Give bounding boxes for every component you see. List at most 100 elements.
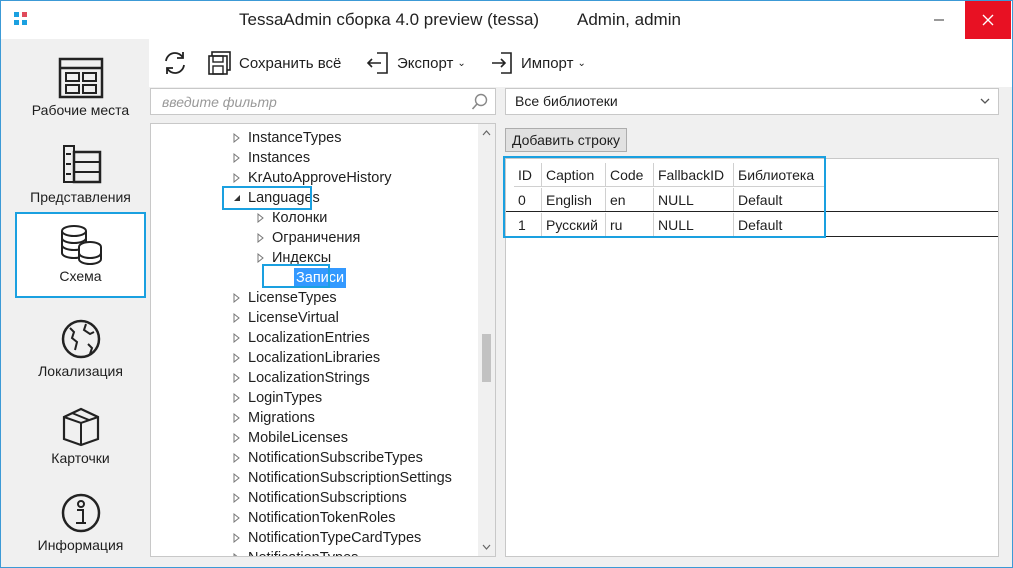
search-icon[interactable]: [471, 93, 489, 111]
tree-node-label: Instances: [248, 150, 311, 166]
tree-node-label: LicenseTypes: [248, 290, 337, 306]
collapsed-arrow-icon[interactable]: [232, 173, 242, 183]
scrollbar-thumb[interactable]: [482, 334, 491, 382]
app-logo-icon: [14, 12, 30, 28]
expanded-arrow-icon[interactable]: [232, 193, 242, 203]
current-user: Admin, admin: [577, 10, 681, 29]
sidebar-item-label: Рабочие места: [31, 102, 130, 118]
title-bar: TessaAdmin сборка 4.0 preview (tessa) Ad…: [1, 1, 1012, 39]
row-divider: [506, 236, 998, 237]
schema-tree: InstanceTypes Instances KrAutoApproveHisto…: [150, 123, 496, 557]
box-icon: [62, 407, 100, 447]
database-icon: [61, 225, 102, 265]
tree-node-label: Записи: [294, 268, 347, 288]
tree-node-label: Ограничения: [272, 230, 361, 246]
refresh-button[interactable]: [161, 47, 195, 79]
refresh-icon: [165, 52, 185, 74]
tree-node-label: LicenseVirtual: [248, 310, 339, 326]
save-all-label: Сохранить всё: [239, 54, 342, 72]
sidebar-item-label: Карточки: [51, 450, 110, 466]
add-row-button[interactable]: Добавить строку: [505, 128, 627, 152]
table-cell[interactable]: English: [542, 188, 606, 212]
tree-node-label: Индексы: [272, 250, 332, 266]
table-cell[interactable]: ru: [606, 213, 654, 237]
import-button[interactable]: Импорт ⌄: [489, 47, 586, 79]
collapsed-arrow-icon[interactable]: [232, 473, 242, 483]
app-window: TessaAdmin сборка 4.0 preview (tessa) Ad…: [0, 0, 1013, 568]
collapsed-arrow-icon[interactable]: [256, 233, 266, 243]
import-icon: [492, 52, 512, 74]
collapsed-arrow-icon[interactable]: [232, 413, 242, 423]
close-button[interactable]: [965, 1, 1011, 39]
import-label: Импорт: [521, 54, 574, 72]
table-cell[interactable]: en: [606, 188, 654, 212]
column-header[interactable]: Caption: [542, 163, 606, 187]
collapsed-arrow-icon[interactable]: [232, 153, 242, 163]
tree-node-label: NotificationSubscriptions: [248, 490, 407, 506]
tree-node-label: LocalizationEntries: [248, 330, 370, 346]
collapsed-arrow-icon[interactable]: [232, 533, 242, 543]
sidebar-item-label: Схема: [59, 268, 102, 284]
tree-node-label: NotificationTokenRoles: [248, 510, 396, 526]
collapsed-arrow-icon[interactable]: [232, 333, 242, 343]
filter-input[interactable]: [160, 93, 464, 111]
collapsed-arrow-icon[interactable]: [232, 453, 242, 463]
table-cell[interactable]: Русский: [542, 213, 606, 237]
table-cell[interactable]: Default: [734, 213, 826, 237]
info-icon: [61, 493, 101, 533]
collapsed-arrow-icon[interactable]: [256, 213, 266, 223]
table-cell[interactable]: 1: [514, 213, 542, 237]
collapsed-arrow-icon[interactable]: [232, 553, 242, 557]
tree-node-label: LocalizationLibraries: [248, 350, 381, 366]
chevron-down-icon: [980, 98, 990, 104]
sidebar-item-views[interactable]: Представления: [15, 134, 146, 220]
column-header[interactable]: Code: [606, 163, 654, 187]
collapsed-arrow-icon[interactable]: [256, 253, 266, 263]
column-header[interactable]: Библиотека: [734, 163, 826, 187]
tree-node-label: NotificationSubscribeTypes: [248, 450, 423, 466]
minimize-button[interactable]: [919, 1, 959, 39]
collapsed-arrow-icon[interactable]: [232, 313, 242, 323]
collapsed-arrow-icon[interactable]: [232, 373, 242, 383]
collapsed-arrow-icon[interactable]: [232, 433, 242, 443]
workplaces-icon: [58, 57, 104, 99]
table-cell[interactable]: NULL: [654, 188, 734, 212]
export-button[interactable]: Экспорт ⌄: [365, 47, 466, 79]
views-icon: [63, 145, 102, 184]
sidebar-item-cards[interactable]: Карточки: [15, 395, 146, 481]
sidebar-item-workplaces[interactable]: Рабочие места: [15, 47, 146, 133]
table-cell[interactable]: NULL: [654, 213, 734, 237]
library-select[interactable]: Все библиотеки: [505, 88, 999, 115]
tree-node-label: NotificationTypes: [248, 548, 358, 556]
tree-node-label: NotificationTypeCardTypes: [248, 530, 422, 546]
scroll-down-icon[interactable]: [482, 544, 491, 550]
scroll-up-icon[interactable]: [482, 130, 491, 136]
collapsed-arrow-icon[interactable]: [232, 293, 242, 303]
sidebar-item-label: Локализация: [38, 363, 123, 379]
sidebar-item-label: Представления: [30, 189, 131, 205]
tree-scrollbar[interactable]: [478, 124, 495, 556]
sidebar-item-schema[interactable]: Схема: [15, 212, 146, 298]
collapsed-arrow-icon[interactable]: [232, 133, 242, 143]
save-all-button[interactable]: Сохранить всё: [207, 47, 341, 79]
table-cell[interactable]: 0: [514, 188, 542, 212]
export-label: Экспорт: [397, 54, 454, 72]
collapsed-arrow-icon[interactable]: [232, 513, 242, 523]
window-title: TessaAdmin сборка 4.0 preview (tessa): [239, 10, 540, 29]
tree-node-label: LoginTypes: [248, 390, 323, 406]
minimize-icon: [934, 19, 944, 21]
table-cell[interactable]: Default: [734, 188, 826, 212]
collapsed-arrow-icon[interactable]: [232, 393, 242, 403]
collapsed-arrow-icon[interactable]: [232, 353, 242, 363]
chevron-down-icon: ⌄: [577, 57, 586, 69]
globe-icon: [61, 319, 101, 359]
sidebar-item-localization[interactable]: Локализация: [15, 308, 146, 394]
sidebar: Рабочие места Представления Схема Локали…: [1, 39, 161, 567]
column-header[interactable]: FallbackID: [654, 163, 734, 187]
sidebar-item-label: Информация: [37, 537, 124, 553]
column-header[interactable]: ID: [514, 163, 542, 187]
tree-node-label: Languages: [248, 190, 320, 206]
tree-node-label: NotificationSubscriptionSettings: [248, 470, 452, 486]
collapsed-arrow-icon[interactable]: [232, 493, 242, 503]
sidebar-item-info[interactable]: Информация: [15, 482, 146, 567]
